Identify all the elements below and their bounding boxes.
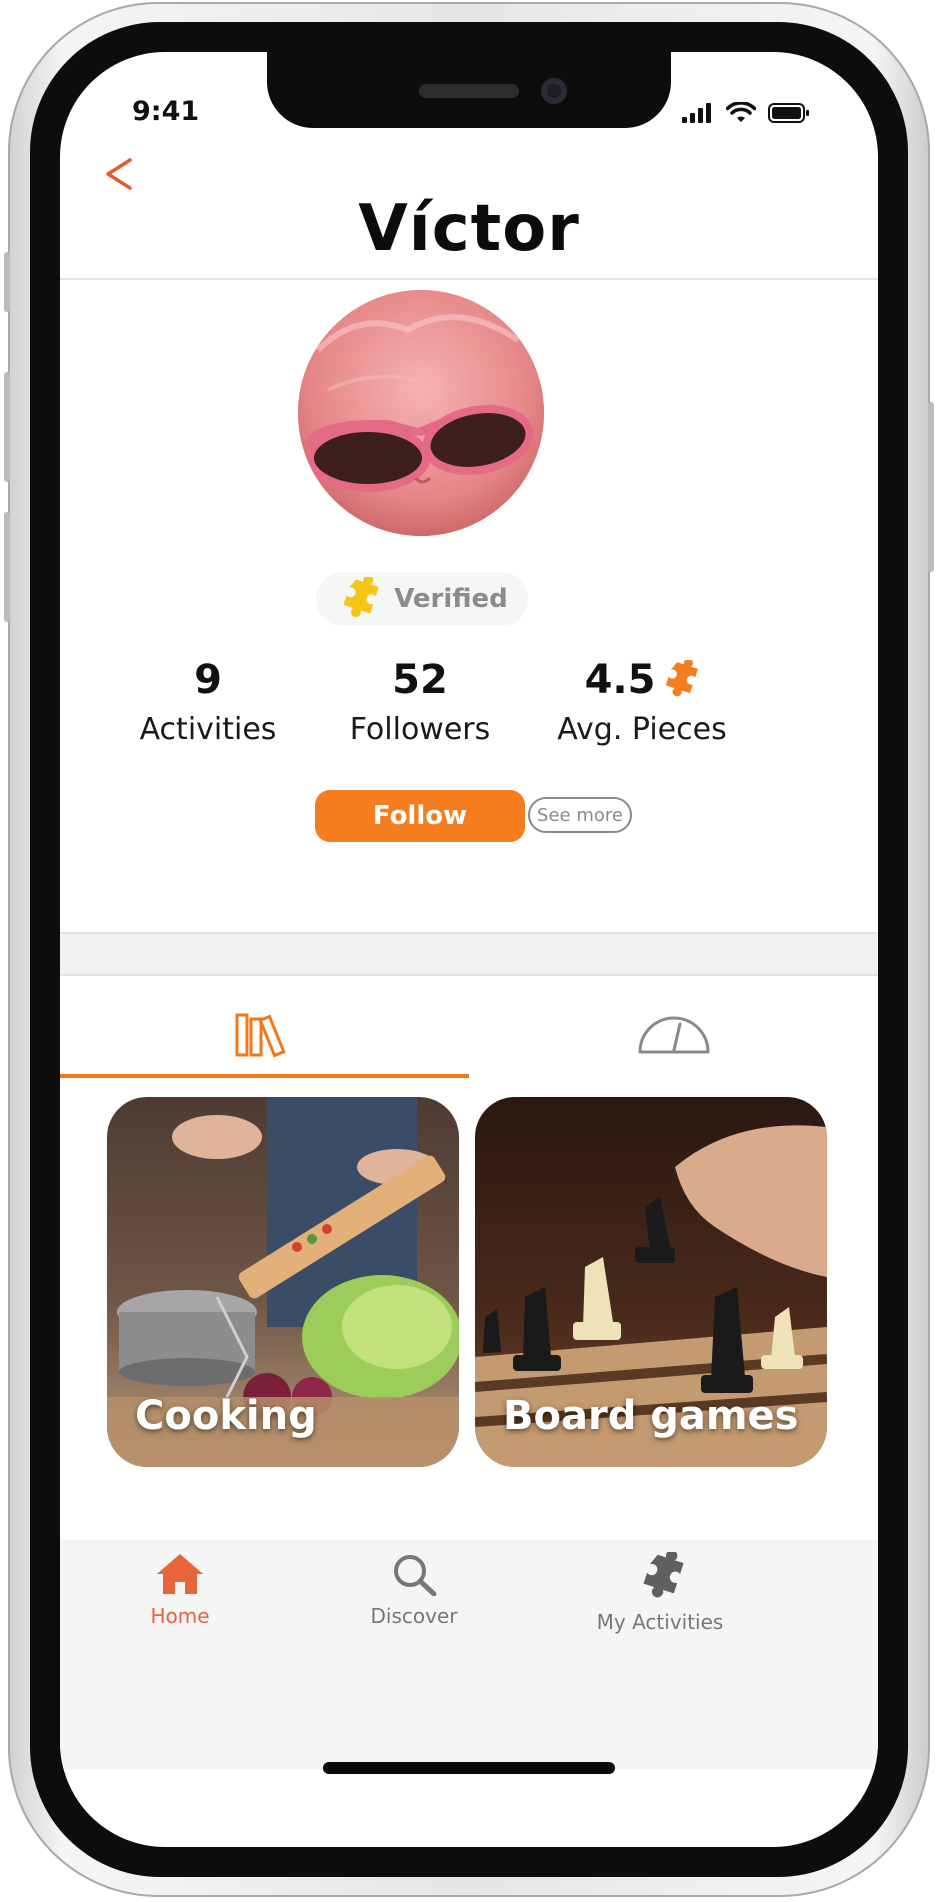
status-time: 9:41 [132, 96, 200, 127]
mute-switch [4, 252, 10, 312]
search-icon [394, 1555, 437, 1597]
phone-frame: 9:41 Víctor Verified 9 Activities 52 Fol… [4, 2, 934, 1897]
phone-bezel: 9:41 Víctor Verified 9 Activities 52 Fol… [30, 22, 908, 1877]
battery-icon [768, 103, 809, 123]
tab-library[interactable] [60, 992, 469, 1076]
signal-icon [682, 103, 711, 123]
earpiece-speaker [419, 84, 519, 98]
stat-avg-pieces-value-row: 4.5 [522, 652, 762, 708]
home-indicator [323, 1762, 615, 1774]
see-more-button[interactable]: See more [528, 797, 632, 833]
gauge-icon [638, 1016, 709, 1054]
stat-activities-label: Activities [139, 712, 277, 747]
activity-card-board-games[interactable]: Board games [475, 1097, 827, 1467]
puzzle-icon [666, 660, 699, 697]
nav-item-discover[interactable]: Discover [314, 1552, 514, 1628]
stat-followers-value: 52 [392, 657, 448, 703]
volume-up-button [4, 372, 10, 482]
puzzle-icon [343, 577, 379, 617]
header-divider [60, 278, 878, 280]
wifi-icon [726, 102, 756, 122]
tab-stats[interactable] [469, 992, 878, 1076]
verified-badge: Verified [316, 572, 528, 626]
nav-label-my-activities: My Activities [596, 1610, 724, 1634]
home-icon [157, 1554, 203, 1594]
stat-activities-value: 9 [194, 657, 222, 703]
nav-label-discover: Discover [370, 1604, 458, 1628]
tab-active-indicator [60, 1074, 469, 1078]
status-icons [682, 102, 810, 124]
avatar-image [298, 290, 544, 536]
nav-item-my-activities[interactable]: My Activities [560, 1550, 760, 1634]
nav-label-home: Home [150, 1604, 210, 1628]
front-camera [541, 78, 567, 104]
notch [267, 52, 671, 128]
follow-button[interactable]: Follow [315, 790, 525, 842]
nav-item-home[interactable]: Home [80, 1552, 280, 1628]
section-divider [60, 932, 878, 976]
stat-avg-pieces: 4.5 Avg. Pieces [522, 652, 762, 747]
power-button [928, 402, 934, 572]
stat-avg-pieces-value: 4.5 [584, 657, 656, 703]
stat-followers[interactable]: 52 Followers [300, 652, 540, 747]
activity-card-label: Cooking [135, 1393, 317, 1439]
page-title: Víctor [358, 192, 580, 266]
activity-card-cooking[interactable]: Cooking [107, 1097, 459, 1467]
avatar [298, 290, 544, 536]
puzzle-icon [643, 1550, 684, 1598]
verified-label: Verified [394, 584, 508, 614]
stat-avg-pieces-label: Avg. Pieces [557, 712, 727, 747]
activity-card-label: Board games [503, 1393, 799, 1439]
app-screen: 9:41 Víctor Verified 9 Activities 52 Fol… [60, 52, 878, 1847]
library-icon [235, 1013, 286, 1058]
stat-followers-label: Followers [349, 712, 491, 747]
stat-activities: 9 Activities [88, 652, 328, 747]
volume-down-button [4, 512, 10, 622]
